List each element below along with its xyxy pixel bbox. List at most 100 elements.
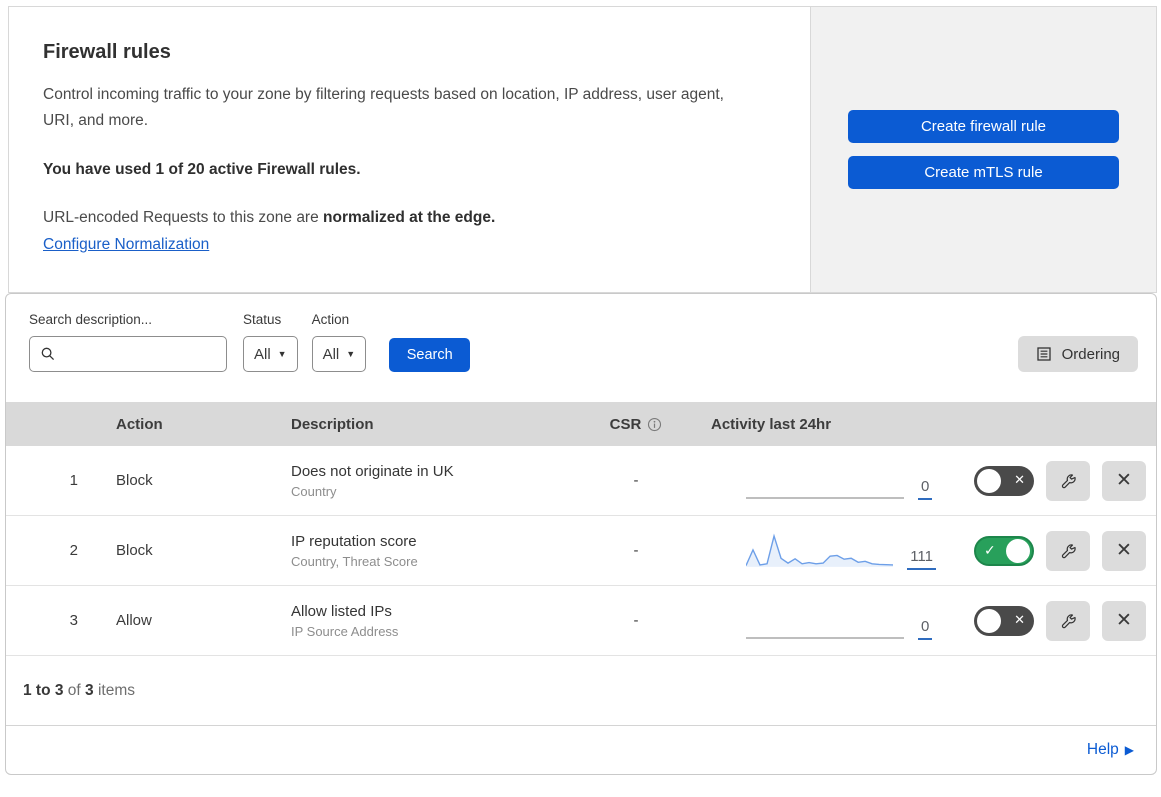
ordering-button-label: Ordering (1061, 345, 1120, 363)
header-activity: Activity last 24hr (711, 415, 832, 433)
hero-section: Firewall rules Control incoming traffic … (8, 6, 1157, 293)
status-dropdown[interactable]: All ▼ (243, 336, 298, 372)
toggle-knob (977, 468, 1001, 493)
table-header: Action Description CSR Activity last 24h… (6, 402, 1156, 446)
status-label: Status (243, 312, 282, 327)
rule-criteria: IP Source Address (291, 623, 399, 639)
filter-bar: Search description... Status All ▼ Actio… (6, 294, 1156, 402)
header-action: Action (116, 415, 163, 433)
edit-rule-button[interactable] (1046, 460, 1090, 501)
normalization-note-prefix: URL-encoded Requests to this zone are (43, 208, 324, 226)
close-icon: ✕ (1116, 610, 1132, 631)
create-firewall-rule-button[interactable]: Create firewall rule (848, 110, 1119, 143)
pagination-summary: 1 to 3 of 3 items (6, 656, 1156, 726)
rule-csr: - (633, 612, 639, 629)
rule-controls: ✓ ✕ ✕ (936, 530, 1156, 571)
rule-description: Allow listed IPs (291, 602, 392, 620)
rule-action: Block (116, 472, 153, 489)
rule-activity-cell: 0 (696, 602, 936, 640)
rule-number: 1 (69, 472, 78, 489)
activity-count-link[interactable]: 111 (907, 548, 936, 570)
page-title: Firewall rules (43, 41, 171, 63)
rule-activity-cell: 111 (696, 532, 936, 570)
rule-description-cell: IP reputation score Country, Threat Scor… (261, 533, 576, 569)
x-icon: ✕ (1014, 471, 1025, 487)
rule-criteria: Country (291, 483, 337, 499)
rule-description: IP reputation score (291, 532, 417, 550)
ordering-button[interactable]: Ordering (1017, 336, 1138, 372)
close-icon: ✕ (1116, 540, 1132, 561)
normalization-note: URL-encoded Requests to this zone are no… (43, 209, 768, 227)
search-icon (41, 347, 55, 361)
rule-number: 3 (69, 612, 78, 629)
create-mtls-rule-button[interactable]: Create mTLS rule (848, 156, 1119, 189)
activity-count-link[interactable]: 0 (918, 478, 933, 500)
page-description: Control incoming traffic to your zone by… (43, 86, 724, 130)
wrench-icon (1061, 614, 1076, 629)
delete-rule-button[interactable]: ✕ (1102, 600, 1146, 641)
help-link[interactable]: Help ▶ (1087, 741, 1134, 759)
header-csr: CSR (576, 416, 696, 433)
edit-rule-button[interactable] (1046, 600, 1090, 641)
wrench-icon (1061, 474, 1076, 489)
action-dropdown[interactable]: All ▼ (311, 336, 367, 372)
rule-number: 2 (69, 542, 78, 559)
item-range: 1 to 3 (23, 681, 64, 699)
rule-action: Allow (116, 612, 152, 629)
search-label: Search description... (29, 312, 153, 327)
close-icon: ✕ (1116, 470, 1132, 491)
of-label: of (67, 681, 81, 699)
item-total: 3 (85, 681, 94, 699)
activity-sparkline (746, 496, 904, 499)
hero-actions-panel: Create firewall rule Create mTLS rule (811, 6, 1157, 293)
chevron-down-icon: ▼ (346, 349, 356, 359)
check-icon: ✓ (984, 541, 996, 558)
rule-enabled-toggle[interactable]: ✓ ✕ (974, 605, 1034, 636)
toggle-knob (1006, 538, 1030, 563)
usage-summary: You have used 1 of 20 active Firewall ru… (43, 160, 361, 178)
table-row: 3 Allow Allow listed IPs IP Source Addre… (6, 586, 1156, 656)
table-row: 1 Block Does not originate in UK Country… (6, 446, 1156, 516)
firewall-intro-card: Firewall rules Control incoming traffic … (8, 6, 811, 293)
rule-enabled-toggle[interactable]: ✓ ✕ (974, 465, 1034, 496)
search-group: Search description... (29, 312, 227, 372)
rule-csr: - (633, 472, 639, 489)
action-dropdown-value: All (322, 345, 340, 363)
rule-enabled-toggle[interactable]: ✓ ✕ (974, 535, 1034, 566)
rule-description-cell: Does not originate in UK Country (261, 463, 576, 499)
rules-list-card: Search description... Status All ▼ Actio… (5, 293, 1157, 775)
wrench-icon (1061, 544, 1076, 559)
search-button[interactable]: Search (389, 338, 471, 372)
edit-rule-button[interactable] (1046, 530, 1090, 571)
header-csr-label: CSR (609, 415, 642, 433)
status-dropdown-value: All (254, 345, 271, 363)
x-icon: ✕ (1014, 611, 1025, 627)
rule-activity-cell: 0 (696, 462, 936, 500)
toggle-knob (977, 608, 1001, 633)
chevron-down-icon: ▼ (277, 349, 287, 359)
status-filter-group: Status All ▼ (243, 312, 298, 372)
action-filter-group: Action All ▼ (311, 312, 367, 372)
table-row: 2 Block IP reputation score Country, Thr… (6, 516, 1156, 586)
rule-controls: ✓ ✕ ✕ (936, 460, 1156, 501)
activity-count-link[interactable]: 0 (918, 618, 933, 640)
help-link-label: Help (1086, 741, 1119, 758)
activity-sparkline (746, 636, 904, 639)
configure-normalization-link[interactable]: Configure Normalization (43, 236, 209, 253)
rule-action: Block (116, 542, 153, 559)
delete-rule-button[interactable]: ✕ (1102, 530, 1146, 571)
rule-criteria: Country, Threat Score (291, 553, 418, 569)
header-description: Description (291, 415, 374, 433)
delete-rule-button[interactable]: ✕ (1102, 460, 1146, 501)
rule-csr: - (633, 542, 639, 559)
help-bar: Help ▶ (6, 726, 1156, 774)
info-icon[interactable] (647, 417, 662, 432)
activity-sparkline (746, 533, 894, 567)
normalization-note-bold: normalized at the edge. (323, 208, 496, 226)
rule-description-cell: Allow listed IPs IP Source Address (261, 603, 576, 639)
rule-description: Does not originate in UK (291, 462, 454, 480)
ordering-list-icon (1036, 347, 1051, 361)
rule-controls: ✓ ✕ ✕ (936, 600, 1156, 641)
items-label: items (97, 681, 136, 699)
search-input[interactable] (29, 336, 227, 372)
